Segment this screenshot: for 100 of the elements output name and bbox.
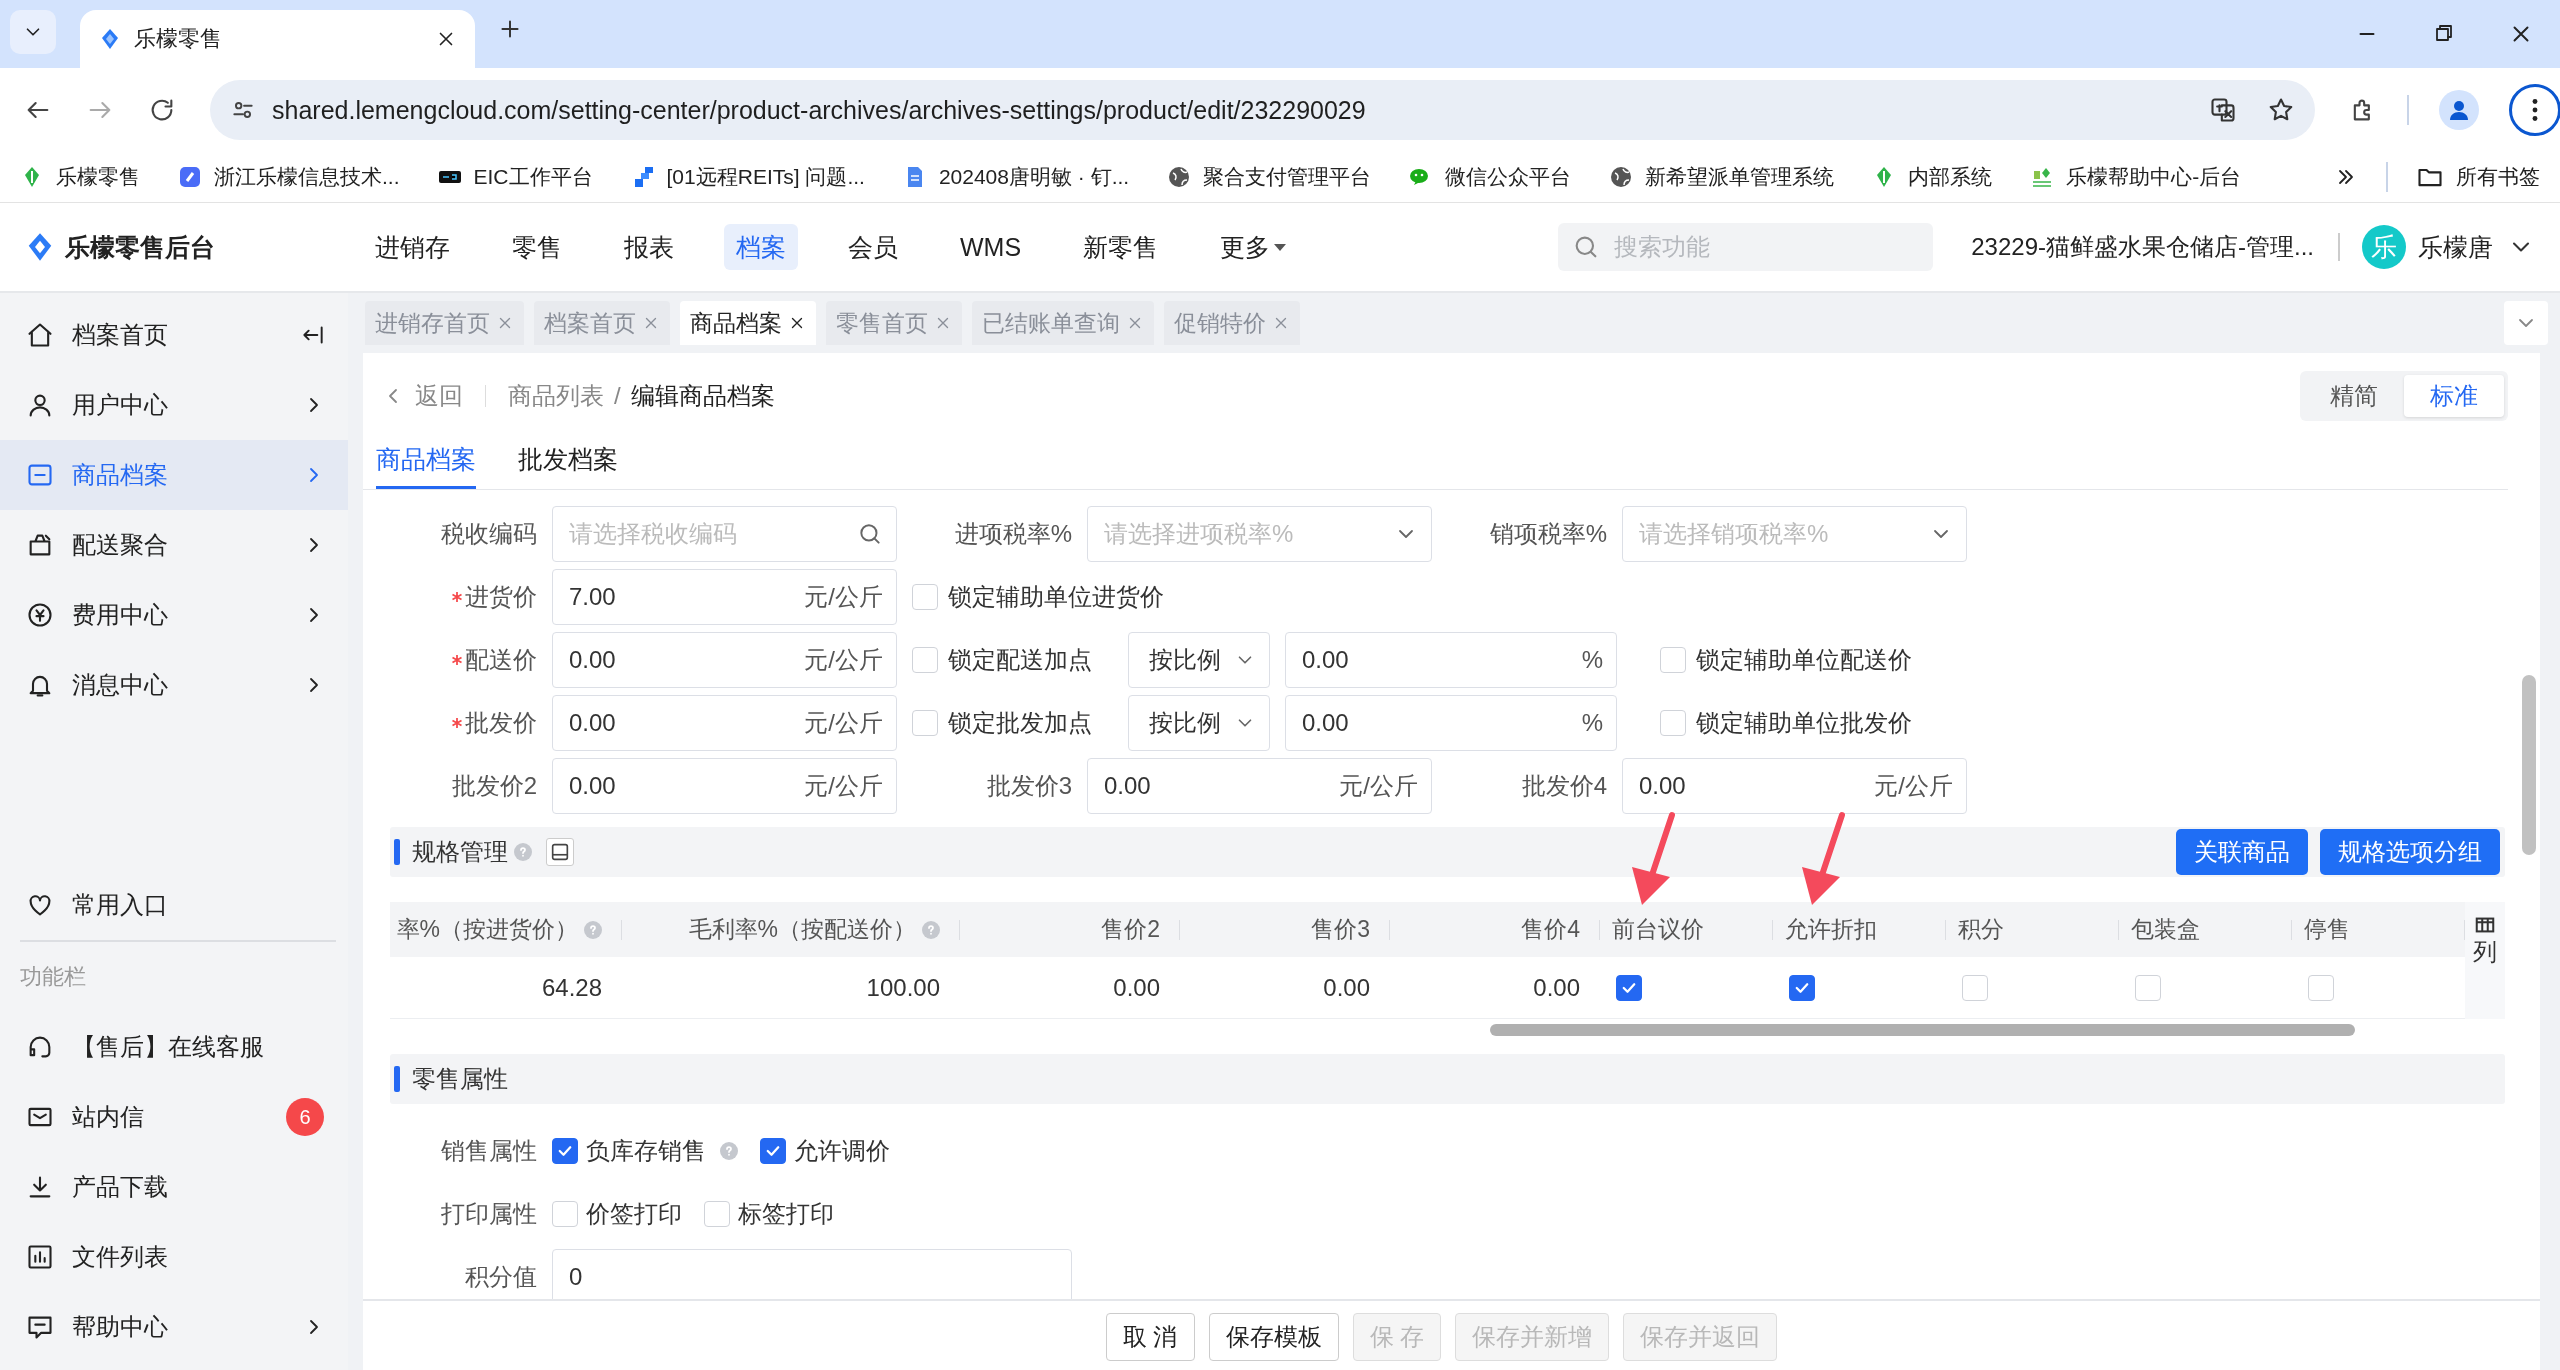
address-bar[interactable]: shared.lemengcloud.com/setting-center/product-archives/archives-settings/product/edit/232290029 xyxy=(210,80,2315,140)
bookmark[interactable]: EIC工作平台 xyxy=(473,163,593,191)
sidebar-item[interactable]: 帮助中心 xyxy=(0,1292,348,1362)
column-settings-button[interactable]: 列 xyxy=(2465,902,2505,1019)
sidebar-item[interactable]: 配送聚合 xyxy=(0,510,348,580)
breadcrumb-separator: / xyxy=(614,382,621,410)
menu-button[interactable] xyxy=(2509,84,2560,136)
field-label: 销售属性 xyxy=(441,1136,537,1166)
store-name[interactable]: 23229-猫鲜盛水果仓储店-管理... xyxy=(1971,231,2314,263)
bookmark[interactable]: 微信公众平台 xyxy=(1445,163,1572,191)
view-mode-option[interactable]: 标准 xyxy=(2404,375,2504,417)
column-header: 毛利率%（按配送价） xyxy=(688,915,916,944)
browser-tab[interactable]: 乐檬零售 xyxy=(80,10,475,68)
sidebar-item[interactable]: 费用中心 xyxy=(0,580,348,650)
nav-item[interactable]: WMS xyxy=(948,224,1034,270)
column-header: 前台议价 xyxy=(1612,915,1704,944)
select-field[interactable]: 请选择进项税率% xyxy=(1087,506,1432,562)
bookmark[interactable]: 新希望派单管理系统 xyxy=(1645,163,1835,191)
tab[interactable]: 商品档案 xyxy=(376,437,476,489)
select-field[interactable]: 按比例 xyxy=(1128,632,1270,688)
column-header: 允许折扣 xyxy=(1785,915,1877,944)
primary-button[interactable]: 规格选项分组 xyxy=(2320,829,2500,875)
bookmark[interactable]: 乐檬零售 xyxy=(56,163,140,191)
section-title: 功能栏 xyxy=(20,963,86,991)
bookmark[interactable]: 202408唐明敏 · 钉... xyxy=(938,163,1130,191)
field-label: 批发价4 xyxy=(1521,771,1607,801)
nav-item[interactable]: 进销存 xyxy=(363,224,462,270)
search-input[interactable]: 搜索功能 xyxy=(1612,232,1917,262)
column-header: 售价2 xyxy=(1101,915,1160,944)
footer-button[interactable]: 保存模板 xyxy=(1208,1313,1339,1361)
footer-button[interactable]: 取 消 xyxy=(1105,1313,1195,1361)
section-title: 零售属性 xyxy=(412,1064,508,1094)
nav-item[interactable]: 零售 xyxy=(500,224,574,270)
sidebar-item[interactable]: 产品下载 xyxy=(0,1152,348,1222)
primary-button[interactable]: 关联商品 xyxy=(2176,829,2308,875)
sidebar-item[interactable]: 站内信 6 xyxy=(0,1082,348,1152)
nav-item[interactable]: 报表 xyxy=(612,224,686,270)
nav-item[interactable]: 会员 xyxy=(836,224,910,270)
table-cell: 64.28 xyxy=(541,973,602,1002)
globe-icon xyxy=(1167,165,1192,189)
nav-item[interactable]: 档案 xyxy=(724,224,798,270)
checkbox-label: 锁定配送加点 xyxy=(948,645,1092,675)
page-tab[interactable]: 商品档案 xyxy=(680,301,816,345)
scrollbar[interactable] xyxy=(1490,1024,2355,1036)
bookmark[interactable]: 聚合支付管理平台 xyxy=(1203,163,1372,191)
sidebar-item[interactable]: 档案首页 xyxy=(0,300,348,370)
input-field[interactable]: 0 xyxy=(552,1249,1072,1299)
translate-icon[interactable] xyxy=(2209,96,2237,124)
sidebar-item[interactable]: 商品档案 xyxy=(0,440,348,510)
scrollbar[interactable] xyxy=(2522,675,2536,855)
field-label: 进货价 xyxy=(465,582,537,612)
table-cell: 0.00 xyxy=(1113,973,1160,1002)
unit-label: % xyxy=(1581,646,1603,674)
person-icon xyxy=(2447,98,2471,122)
breadcrumb-item[interactable]: 商品列表 xyxy=(508,380,604,412)
checkbox[interactable] xyxy=(1789,974,1815,1001)
select-field[interactable]: 请选择销项税率% xyxy=(1622,506,1967,562)
field-label: 配送价 xyxy=(465,645,537,675)
checkbox-label: 允许调价 xyxy=(794,1136,890,1166)
sidebar-item[interactable]: 【售后】在线客服 xyxy=(0,1012,348,1082)
nav-item[interactable]: 更多 xyxy=(1208,224,1299,270)
sidebar-item[interactable]: 常用入口 xyxy=(0,870,348,940)
bookmark[interactable]: 乐檬帮助中心-后台 xyxy=(2066,163,2242,191)
bookmark[interactable]: 浙江乐檬信息技术... xyxy=(214,163,400,191)
bookmark[interactable]: [01远程REITs] 问题... xyxy=(666,163,865,191)
bookmark[interactable]: 所有书签 xyxy=(2456,163,2540,191)
field-label: 批发价3 xyxy=(986,771,1072,801)
sidebar-item[interactable]: 文件列表 xyxy=(0,1222,348,1292)
tab[interactable]: 批发档案 xyxy=(518,437,618,489)
unit-label: 元/公斤 xyxy=(804,582,883,612)
count-badge: 6 xyxy=(286,1098,324,1136)
bookmark[interactable]: 内部系统 xyxy=(1908,163,1993,191)
select-field[interactable]: 按比例 xyxy=(1128,695,1270,751)
column-header: 积分 xyxy=(1958,915,2004,944)
unit-label: 元/公斤 xyxy=(804,645,883,675)
checkbox-label: 锁定辅助单位进货价 xyxy=(948,582,1164,612)
sidebar-item[interactable]: 消息中心 xyxy=(0,650,348,720)
unit-label: % xyxy=(1581,709,1603,737)
checkbox-label: 价签打印 xyxy=(586,1199,682,1229)
more-icon xyxy=(2532,99,2538,121)
breadcrumb-item: 编辑商品档案 xyxy=(630,381,775,411)
search-field[interactable]: 搜索功能 xyxy=(1558,223,1934,271)
search-field[interactable]: 请选择税收编码 xyxy=(552,506,897,562)
column-header: 售价3 xyxy=(1311,915,1370,944)
checkbox-label: 锁定批发加点 xyxy=(948,708,1092,738)
app-icon xyxy=(178,165,202,189)
checkbox[interactable] xyxy=(760,1138,786,1164)
checkbox[interactable] xyxy=(1616,974,1642,1001)
user-name[interactable]: 乐檬唐 xyxy=(2418,230,2493,264)
home-icon xyxy=(26,321,54,349)
checkbox[interactable] xyxy=(552,1138,578,1164)
back-link[interactable]: 返回 xyxy=(381,380,463,412)
unit-label: 元/公斤 xyxy=(804,708,883,738)
sidebar-item[interactable]: 用户中心 xyxy=(0,370,348,440)
panel-toggle-icon[interactable] xyxy=(546,838,574,866)
nav-item[interactable]: 新零售 xyxy=(1071,224,1171,270)
view-mode-option[interactable]: 精简 xyxy=(2304,375,2404,417)
profile-button[interactable] xyxy=(2439,90,2479,130)
field-label: 批发价2 xyxy=(451,771,537,801)
help-icon xyxy=(514,843,532,861)
